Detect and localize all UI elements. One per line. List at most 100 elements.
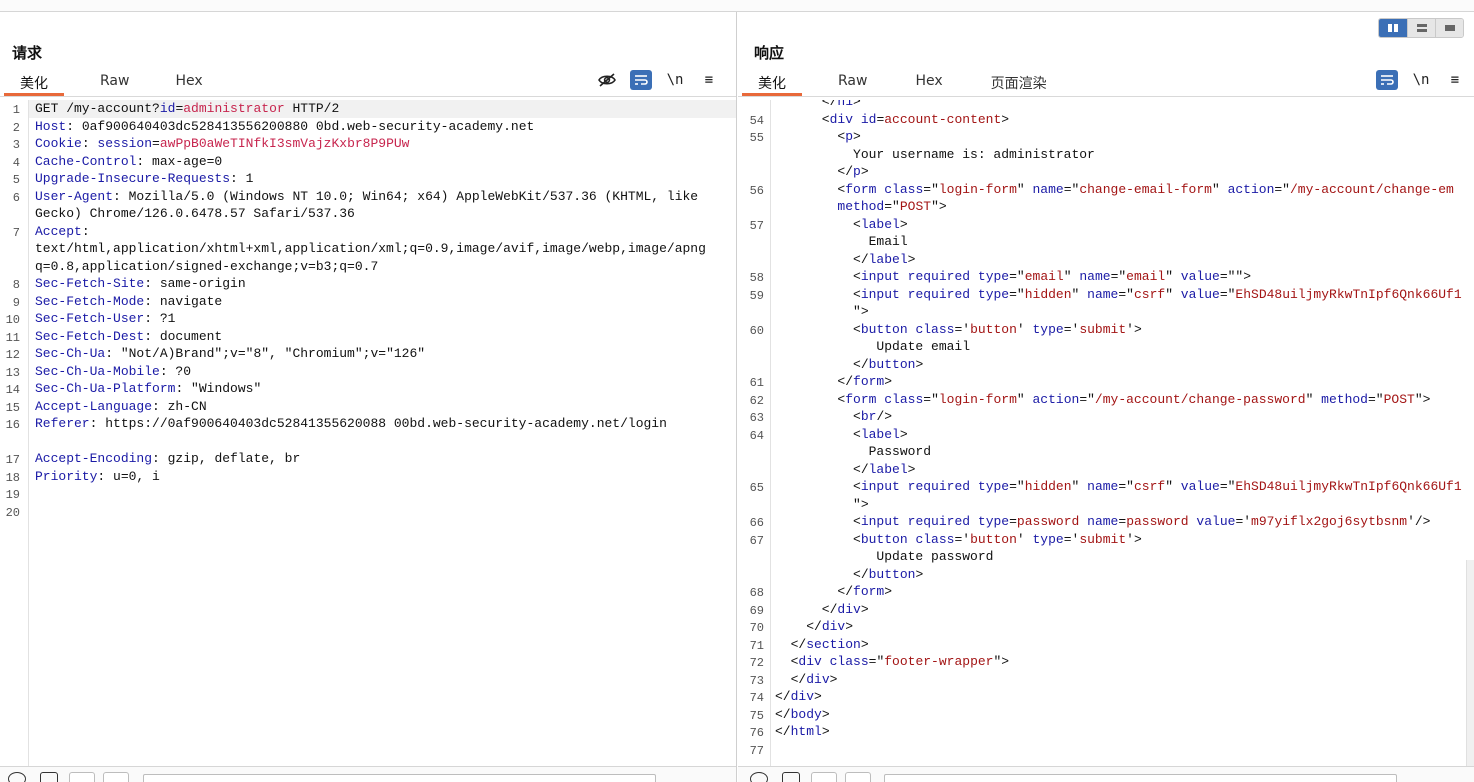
code-token: < bbox=[775, 269, 861, 284]
code-text: Email bbox=[771, 233, 1474, 251]
code-text: <button class='button' type='submit'> bbox=[771, 531, 1474, 549]
code-token: id bbox=[159, 101, 176, 116]
tab-hex[interactable]: Hex bbox=[145, 70, 218, 96]
code-line: Priority: u=0, i bbox=[29, 468, 736, 486]
code-line: Sec-Fetch-Mode: navigate bbox=[29, 293, 736, 311]
code-text: Sec-Ch-Ua: "Not/A)Brand";v="8", "Chromiu… bbox=[29, 345, 736, 363]
code-token: login-form bbox=[938, 181, 1017, 197]
code-token: div bbox=[837, 601, 861, 617]
prev-button[interactable] bbox=[811, 772, 837, 782]
line-number: 57 bbox=[749, 218, 764, 233]
code-token: /my-account/change-password bbox=[1094, 391, 1306, 407]
request-pane: 请求 美化 Raw Hex \n ≡ GET /my-account?id=ad… bbox=[0, 12, 737, 782]
help-icon[interactable] bbox=[750, 772, 768, 782]
code-token: administrator bbox=[183, 101, 285, 116]
code-text: <input required type="hidden" name="csrf… bbox=[771, 286, 1474, 304]
tab-render[interactable]: 页面渲染 bbox=[959, 70, 1063, 96]
code-line: <button class='button' type='submit'> bbox=[771, 531, 1474, 549]
code-token: > bbox=[899, 426, 908, 442]
wrap-icon[interactable] bbox=[630, 70, 652, 90]
line-number: 17 bbox=[5, 453, 20, 467]
code-line: Cookie: session=awPpB0aWeTINfkI3smVajzKx… bbox=[29, 135, 736, 153]
request-search-bar bbox=[0, 766, 736, 782]
code-token: email bbox=[1024, 269, 1064, 284]
code-line: Update email bbox=[771, 338, 1474, 356]
code-token: " bbox=[1211, 181, 1228, 197]
tab-raw[interactable]: Raw bbox=[64, 70, 145, 96]
code-text: "> bbox=[771, 303, 1474, 321]
line-number: 74 bbox=[749, 691, 764, 705]
code-token: form bbox=[845, 391, 877, 407]
search-input[interactable] bbox=[884, 774, 1397, 782]
line-number: 16 bbox=[5, 418, 20, 432]
code-token: : zh-CN bbox=[152, 398, 207, 414]
code-token: type bbox=[977, 269, 1010, 284]
code-text: </div> bbox=[771, 671, 1474, 689]
code-token: POST bbox=[899, 199, 932, 214]
newline-toggle[interactable]: \n bbox=[1410, 70, 1432, 90]
code-token: value bbox=[1196, 514, 1236, 529]
tab-hex[interactable]: Hex bbox=[883, 70, 958, 96]
code-token: name bbox=[1032, 181, 1064, 197]
code-line: Sec-Ch-Ua-Platform: "Windows" bbox=[29, 380, 736, 398]
code-line: </section> bbox=[771, 636, 1474, 654]
code-line: "> bbox=[771, 303, 1474, 321]
code-text: <br/> bbox=[771, 408, 1474, 426]
line-number: 62 bbox=[749, 393, 764, 408]
gear-icon[interactable] bbox=[40, 772, 58, 782]
help-icon[interactable] bbox=[8, 772, 26, 782]
eye-off-icon[interactable] bbox=[596, 70, 618, 90]
newline-toggle[interactable]: \n bbox=[664, 70, 686, 90]
gear-icon[interactable] bbox=[782, 772, 800, 782]
split-view-icon[interactable] bbox=[1379, 19, 1407, 37]
code-token: : u=0, i bbox=[97, 468, 160, 484]
menu-icon[interactable]: ≡ bbox=[698, 70, 720, 90]
code-token: User-Agent bbox=[35, 188, 114, 204]
code-token: < bbox=[775, 111, 830, 127]
tab-pretty[interactable]: 美化 bbox=[742, 70, 802, 96]
tab-pretty[interactable]: 美化 bbox=[4, 70, 64, 96]
code-token: div bbox=[806, 671, 830, 687]
code-token: button bbox=[868, 566, 916, 582]
stacked-view-icon[interactable] bbox=[1407, 19, 1435, 37]
code-text: </div> bbox=[771, 601, 1474, 619]
next-button[interactable] bbox=[103, 772, 129, 782]
code-text: Sec-Fetch-User: ?1 bbox=[29, 310, 736, 328]
code-token: > bbox=[821, 706, 830, 722]
code-token: </ bbox=[775, 584, 854, 599]
code-line: </label> bbox=[771, 461, 1474, 479]
wrap-icon[interactable] bbox=[1376, 70, 1398, 90]
menu-icon[interactable]: ≡ bbox=[1444, 70, 1466, 90]
single-view-icon[interactable] bbox=[1435, 19, 1463, 37]
tab-raw[interactable]: Raw bbox=[802, 70, 883, 96]
code-text: </div> bbox=[771, 688, 1474, 706]
code-token: "> bbox=[931, 199, 947, 214]
code-token: > bbox=[907, 251, 916, 267]
code-token: br bbox=[860, 409, 877, 424]
code-token: button bbox=[868, 356, 916, 372]
code-text: <label> bbox=[771, 426, 1474, 444]
code-token: EhSD48uiljmyRkwTnIpf6Qnk66Uf1 bbox=[1235, 286, 1462, 302]
code-token: session bbox=[97, 136, 153, 151]
code-text: <input required type="email" name="email… bbox=[771, 268, 1474, 286]
response-editor[interactable]: </h1> <div id=account-content> <p> Your … bbox=[738, 100, 1474, 766]
code-token: csrf bbox=[1133, 286, 1166, 302]
code-token: </ bbox=[775, 636, 807, 652]
request-editor[interactable]: GET /my-account?id=administrator HTTP/2 H… bbox=[0, 100, 736, 766]
code-text: </form> bbox=[771, 373, 1474, 391]
code-token: </ bbox=[775, 251, 869, 267]
code-token: method bbox=[837, 199, 885, 214]
next-button[interactable] bbox=[845, 772, 871, 782]
line-number: 2 bbox=[12, 120, 20, 135]
code-text: method="POST"> bbox=[771, 198, 1474, 216]
search-input[interactable] bbox=[143, 774, 656, 782]
code-text: Accept: bbox=[29, 223, 736, 241]
code-token: awPpB0aWeTINfkI3smVajzKxbr8P9PUw bbox=[159, 136, 410, 151]
line-number: 4 bbox=[12, 155, 20, 170]
code-text: <p> bbox=[771, 128, 1474, 146]
prev-button[interactable] bbox=[69, 772, 95, 782]
vertical-scrollbar[interactable] bbox=[1466, 560, 1474, 782]
code-token: " bbox=[1063, 269, 1080, 284]
